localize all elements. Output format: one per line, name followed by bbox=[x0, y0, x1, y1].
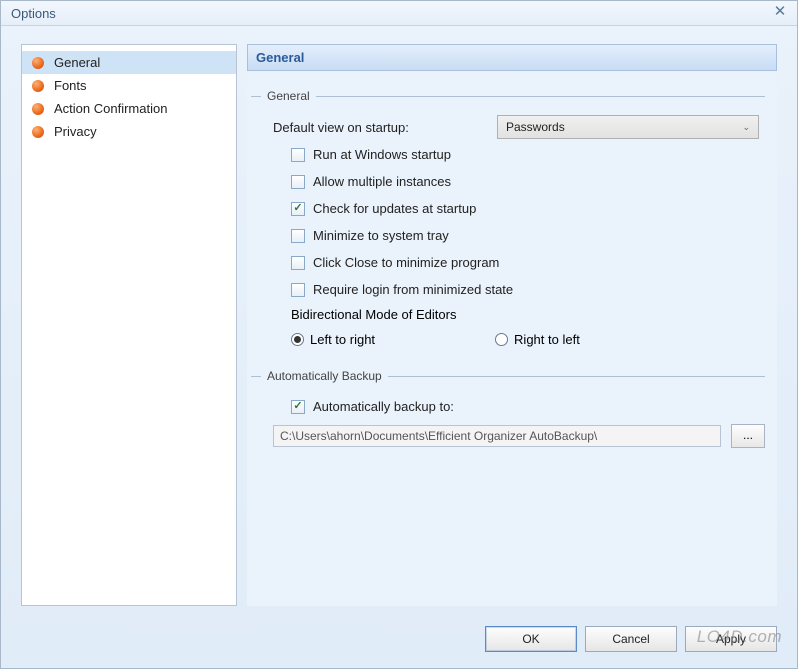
checkbox-label: Click Close to minimize program bbox=[313, 255, 499, 270]
radio-label: Right to left bbox=[514, 332, 580, 347]
sidebar: General Fonts Action Confirmation Privac… bbox=[21, 44, 237, 606]
group-backup-header: Automatically Backup bbox=[251, 369, 765, 383]
cancel-button[interactable]: Cancel bbox=[585, 626, 677, 652]
titlebar: Options ✕ bbox=[1, 1, 797, 26]
checkbox-icon bbox=[291, 175, 305, 189]
sidebar-item-label: Action Confirmation bbox=[54, 101, 167, 116]
checkbox-icon bbox=[291, 202, 305, 216]
checkbox-label: Run at Windows startup bbox=[313, 147, 451, 162]
radio-icon bbox=[291, 333, 304, 346]
bidi-label: Bidirectional Mode of Editors bbox=[251, 303, 765, 328]
radio-icon bbox=[495, 333, 508, 346]
radio-label: Left to right bbox=[310, 332, 375, 347]
radio-rtl[interactable]: Right to left bbox=[495, 332, 580, 347]
bidi-radio-group: Left to right Right to left bbox=[251, 328, 765, 355]
checkbox-icon bbox=[291, 256, 305, 270]
group-general: General Default view on startup: Passwor… bbox=[251, 89, 765, 355]
window-title: Options bbox=[11, 6, 56, 21]
row-default-view: Default view on startup: Passwords ⌄ bbox=[251, 113, 765, 141]
checkbox-min-tray[interactable]: Minimize to system tray bbox=[251, 222, 765, 249]
main-panel: General General Default view on startup:… bbox=[247, 44, 777, 606]
apply-button[interactable]: Apply bbox=[685, 626, 777, 652]
sidebar-item-privacy[interactable]: Privacy bbox=[22, 120, 236, 143]
checkbox-label: Minimize to system tray bbox=[313, 228, 449, 243]
options-window: Options ✕ General Fonts Action Confirmat… bbox=[0, 0, 798, 669]
checkbox-icon bbox=[291, 229, 305, 243]
checkbox-icon bbox=[291, 283, 305, 297]
bullet-icon bbox=[32, 57, 44, 69]
checkbox-login-min[interactable]: Require login from minimized state bbox=[251, 276, 765, 303]
group-title: General bbox=[267, 89, 310, 103]
sidebar-item-action-confirmation[interactable]: Action Confirmation bbox=[22, 97, 236, 120]
sidebar-item-label: General bbox=[54, 55, 100, 70]
content-area: General Fonts Action Confirmation Privac… bbox=[1, 26, 797, 616]
checkbox-label: Allow multiple instances bbox=[313, 174, 451, 189]
panel-body: General Default view on startup: Passwor… bbox=[247, 71, 777, 606]
backup-path-input[interactable]: C:\Users\ahorn\Documents\Efficient Organ… bbox=[273, 425, 721, 447]
sidebar-item-label: Privacy bbox=[54, 124, 97, 139]
checkbox-run-startup[interactable]: Run at Windows startup bbox=[251, 141, 765, 168]
checkbox-updates[interactable]: Check for updates at startup bbox=[251, 195, 765, 222]
default-view-dropdown[interactable]: Passwords ⌄ bbox=[497, 115, 759, 139]
close-icon[interactable]: ✕ bbox=[771, 4, 789, 22]
checkbox-close-min[interactable]: Click Close to minimize program bbox=[251, 249, 765, 276]
sidebar-item-fonts[interactable]: Fonts bbox=[22, 74, 236, 97]
group-title: Automatically Backup bbox=[267, 369, 382, 383]
checkbox-label: Require login from minimized state bbox=[313, 282, 513, 297]
browse-button[interactable]: ... bbox=[731, 424, 765, 448]
checkbox-auto-backup[interactable]: Automatically backup to: bbox=[251, 393, 765, 420]
group-backup: Automatically Backup Automatically backu… bbox=[251, 369, 765, 448]
bullet-icon bbox=[32, 103, 44, 115]
ok-button[interactable]: OK bbox=[485, 626, 577, 652]
group-general-header: General bbox=[251, 89, 765, 103]
dialog-buttons: OK Cancel Apply bbox=[1, 616, 797, 668]
sidebar-item-general[interactable]: General bbox=[22, 51, 236, 74]
panel-title: General bbox=[247, 44, 777, 71]
backup-path-row: C:\Users\ahorn\Documents\Efficient Organ… bbox=[251, 420, 765, 448]
checkbox-icon bbox=[291, 148, 305, 162]
sidebar-item-label: Fonts bbox=[54, 78, 87, 93]
checkbox-icon bbox=[291, 400, 305, 414]
default-view-label: Default view on startup: bbox=[273, 120, 497, 135]
dropdown-value: Passwords bbox=[506, 120, 565, 134]
checkbox-label: Check for updates at startup bbox=[313, 201, 476, 216]
bullet-icon bbox=[32, 126, 44, 138]
radio-ltr[interactable]: Left to right bbox=[291, 332, 375, 347]
checkbox-multi-instance[interactable]: Allow multiple instances bbox=[251, 168, 765, 195]
bullet-icon bbox=[32, 80, 44, 92]
chevron-down-icon: ⌄ bbox=[742, 122, 750, 133]
checkbox-label: Automatically backup to: bbox=[313, 399, 454, 414]
